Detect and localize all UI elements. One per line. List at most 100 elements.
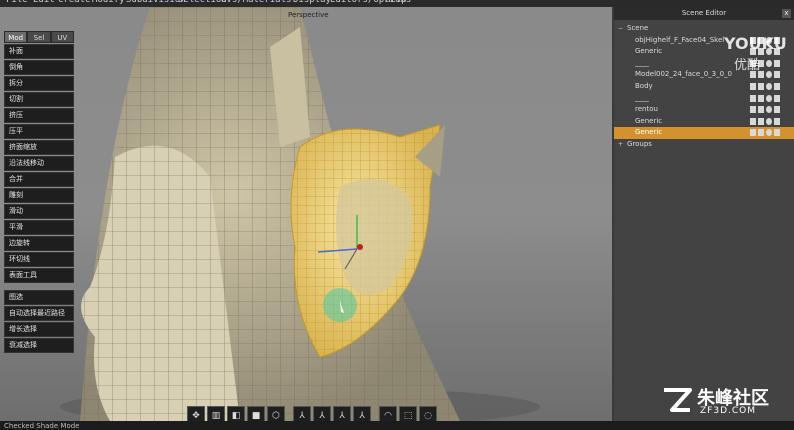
viewport-label: Perspective xyxy=(288,11,329,19)
hexagon-icon[interactable]: ⬡ xyxy=(267,406,285,421)
tool-panel: Mod Sel UV 补面 倒角 拆分 切割 挤压 压平 挤面缩放 沿法线移动 合并 雕刻 滑动 平滑 边旋… xyxy=(4,31,74,353)
visibility-icon[interactable] xyxy=(766,71,772,79)
visibility-icon[interactable] xyxy=(766,59,772,67)
menu-item-display[interactable]: Display xyxy=(293,0,331,5)
menu-bar: File Edit Create Modify Subdivision Selection… xyxy=(0,0,794,7)
tree-item[interactable]: Generic xyxy=(614,116,794,128)
tool-button[interactable]: 雕刻 xyxy=(4,188,74,203)
menu-item-edit[interactable]: Edit xyxy=(33,0,55,5)
render-icon[interactable] xyxy=(774,129,780,137)
material-icon[interactable] xyxy=(758,82,764,90)
lock-icon[interactable] xyxy=(750,106,756,114)
tree-item[interactable]: Model002_24_face_0_3_0_0 xyxy=(614,69,794,81)
tool-button[interactable]: 边旋转 xyxy=(4,236,74,251)
scene-editor-title: Scene Editor xyxy=(681,9,727,17)
status-bar: Checked Shade Mode xyxy=(0,421,794,430)
visibility-icon[interactable] xyxy=(766,94,772,102)
tool-button[interactable]: 压平 xyxy=(4,124,74,139)
lock-icon[interactable] xyxy=(750,129,756,137)
tree-item-label: ____ xyxy=(635,58,649,67)
tab-mod[interactable]: Mod xyxy=(4,31,28,43)
menu-item-selection[interactable]: Selection xyxy=(178,0,227,5)
tool-button[interactable]: 补面 xyxy=(4,44,74,59)
tool-button[interactable]: 挤面缩放 xyxy=(4,140,74,155)
material-icon[interactable] xyxy=(758,129,764,137)
tool-button[interactable]: 表面工具 xyxy=(4,268,74,283)
zf-logo-icon xyxy=(664,388,692,412)
render-icon[interactable] xyxy=(774,117,780,125)
render-icon[interactable] xyxy=(774,59,780,67)
cube-shaded-icon[interactable]: ■ xyxy=(247,406,265,421)
mode-tabs: Mod Sel UV xyxy=(4,31,74,43)
gizmo-axis-icon[interactable]: ⅄ xyxy=(353,406,371,421)
render-icon[interactable] xyxy=(774,94,780,102)
cube-view-icon[interactable]: ◧ xyxy=(227,406,245,421)
lock-icon[interactable] xyxy=(750,82,756,90)
tool-button[interactable]: 拆分 xyxy=(4,76,74,91)
tab-sel[interactable]: Sel xyxy=(27,31,51,43)
tree-item-label: Groups xyxy=(627,139,652,148)
tree-root-item[interactable]: − Scene xyxy=(614,23,794,35)
lasso-icon[interactable]: ◠ xyxy=(379,406,397,421)
tree-item-label: Model002_24_face_0_3_0_0 xyxy=(635,70,733,79)
axis-icon[interactable]: ⅄ xyxy=(293,406,311,421)
tree-item-label: objHighelf_F_Face04_Skel xyxy=(635,35,725,44)
status-text: Checked Shade Mode xyxy=(4,422,80,430)
tool-button[interactable]: 合并 xyxy=(4,172,74,187)
tree-item-label: ____ xyxy=(635,93,649,102)
menu-item-subdivision[interactable]: Subdivision xyxy=(126,0,186,5)
visibility-icon[interactable] xyxy=(766,106,772,114)
tree-item-label: rentou xyxy=(635,105,658,114)
3d-viewport[interactable]: Perspective Mod Sel UV 补面 倒角 拆分 切割 挤压 压平 挤面缩放 沿法线… xyxy=(0,7,612,421)
tool-button[interactable]: 环切线 xyxy=(4,252,74,267)
tool-button[interactable]: 滑动 xyxy=(4,204,74,219)
menu-item-modify[interactable]: Modify xyxy=(92,0,125,5)
scene-editor: Scene Editor x − Scene objHighelf_F_Face04… xyxy=(614,7,794,421)
tree-item-label: Generic xyxy=(635,47,663,56)
menu-item-help[interactable]: Help xyxy=(385,0,407,5)
material-icon[interactable] xyxy=(758,117,764,125)
render-icon[interactable] xyxy=(774,82,780,90)
tool-button[interactable]: 增长选择 xyxy=(4,322,74,337)
expand-icon[interactable]: − xyxy=(618,23,623,35)
tab-uv[interactable]: UV xyxy=(50,31,74,43)
tool-button[interactable]: 倒角 xyxy=(4,60,74,75)
tree-root-item[interactable]: + Groups xyxy=(614,139,794,151)
tool-button[interactable]: 自动选择最近路径 xyxy=(4,306,74,321)
lock-icon[interactable] xyxy=(750,94,756,102)
tool-button[interactable]: 衰减选择 xyxy=(4,338,74,353)
tree-item[interactable]: Body xyxy=(614,81,794,93)
menu-item-uvsmaterials[interactable]: UVs/Materials xyxy=(221,0,291,5)
tool-button[interactable]: 挤压 xyxy=(4,108,74,123)
tree-item[interactable]: ____ xyxy=(614,93,794,105)
tool-button[interactable]: 沿法线移动 xyxy=(4,156,74,171)
tree-item[interactable]: ____ xyxy=(614,58,794,70)
close-icon[interactable]: x xyxy=(782,9,791,18)
move-tool-icon[interactable]: ✥ xyxy=(187,406,205,421)
visibility-icon[interactable] xyxy=(766,129,772,137)
tree-item-label: Scene xyxy=(627,24,649,32)
paint-select-icon[interactable]: ◌ xyxy=(419,406,437,421)
head-model-render[interactable] xyxy=(0,7,612,421)
rotate-axis-icon[interactable]: ⅄ xyxy=(313,406,331,421)
scene-editor-header: Scene Editor x xyxy=(614,7,794,20)
rect-select-icon[interactable]: ⬚ xyxy=(399,406,417,421)
render-icon[interactable] xyxy=(774,71,780,79)
material-icon[interactable] xyxy=(758,106,764,114)
lock-icon[interactable] xyxy=(750,117,756,125)
render-icon[interactable] xyxy=(774,106,780,114)
tool-button[interactable]: 切割 xyxy=(4,92,74,107)
tree-item[interactable]: rentou xyxy=(614,104,794,116)
tree-item[interactable]: Generic xyxy=(614,127,794,139)
tool-button[interactable]: 平滑 xyxy=(4,220,74,235)
material-icon[interactable] xyxy=(758,94,764,102)
extrude-icon[interactable]: ▥ xyxy=(207,406,225,421)
tree-item-label: Generic xyxy=(635,116,663,125)
menu-item-create[interactable]: Create xyxy=(58,0,91,5)
visibility-icon[interactable] xyxy=(766,82,772,90)
visibility-icon[interactable] xyxy=(766,117,772,125)
menu-item-file[interactable]: File xyxy=(6,0,28,5)
expand-icon[interactable]: + xyxy=(618,139,623,151)
tool-button[interactable]: 图选 xyxy=(4,290,74,305)
scale-axis-icon[interactable]: ⅄ xyxy=(333,406,351,421)
